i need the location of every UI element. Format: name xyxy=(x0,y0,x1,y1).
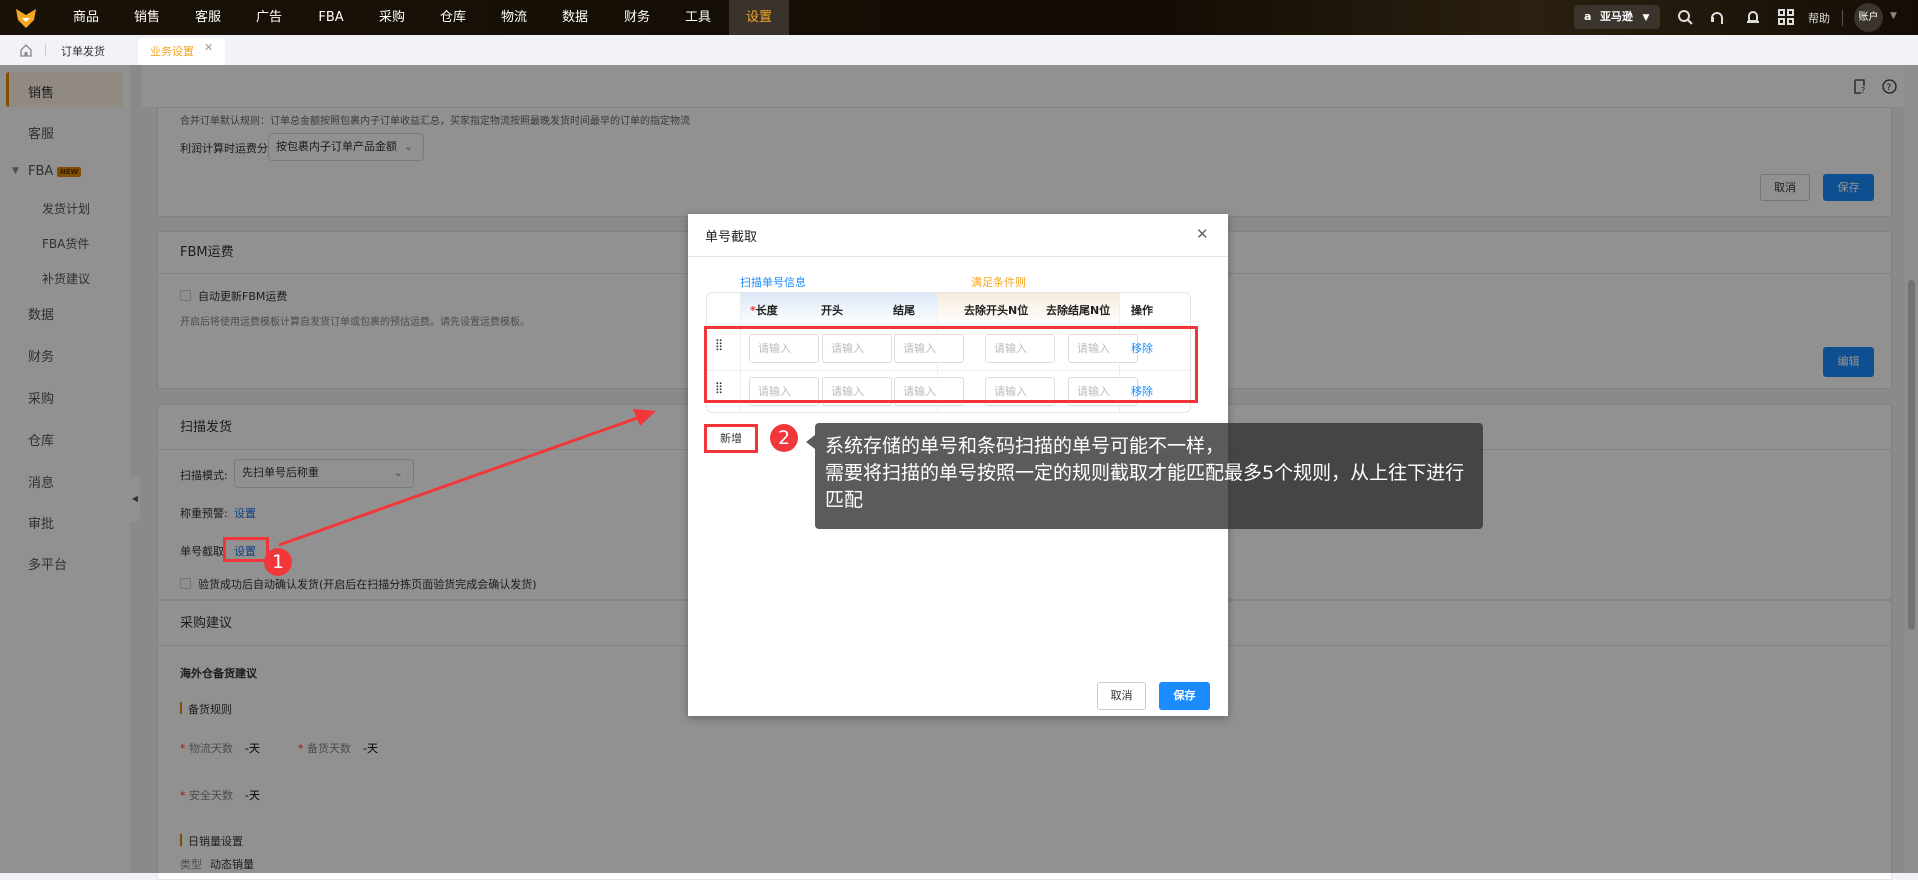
dialog-save-button[interactable]: 保存 xyxy=(1159,682,1210,710)
nav-finance[interactable]: 财务 xyxy=(607,0,667,35)
caret-down-icon: ▼ xyxy=(1642,13,1650,23)
home-icon[interactable] xyxy=(19,43,33,57)
amazon-icon: a xyxy=(1584,10,1592,23)
tooltip-line-2: 需要将扫描的单号按照一定的规则截取才能匹配最多5个规则，从上往下进行匹配 xyxy=(825,462,1465,511)
annotation-highlight-settings xyxy=(223,537,269,562)
search-icon[interactable] xyxy=(1677,9,1693,25)
tab-order-shipping[interactable]: 订单发货 xyxy=(61,43,105,59)
platform-selector[interactable]: a 亚马逊 ▼ xyxy=(1574,5,1660,29)
headset-icon[interactable] xyxy=(1709,9,1725,25)
col-length: 长度 xyxy=(755,304,778,317)
tooltip-line-1: 系统存储的单号和条码扫描的单号可能不一样， xyxy=(825,435,1225,457)
apps-grid-icon[interactable] xyxy=(1778,9,1794,25)
condition-group-label: 满足条件则 xyxy=(971,276,1026,289)
annotation-tooltip: 系统存储的单号和条码扫描的单号可能不一样， 需要将扫描的单号按照一定的规则截取才… xyxy=(815,423,1483,529)
nav-sales[interactable]: 销售 xyxy=(117,0,177,35)
tab-label: 业务设置 xyxy=(150,45,194,58)
account-caret-icon[interactable]: ▼ xyxy=(1890,11,1897,21)
nav-warehouse[interactable]: 仓库 xyxy=(423,0,483,35)
nav-tools[interactable]: 工具 xyxy=(668,0,728,35)
col-trim-start: 去除开头N位 xyxy=(964,304,1029,317)
annotation-highlight-rows xyxy=(704,326,1198,403)
col-end: 结尾 xyxy=(893,304,915,317)
help-link[interactable]: 帮助 xyxy=(1808,10,1830,26)
divider xyxy=(688,256,1228,257)
top-nav-bar: 商品 销售 客服 广告 FBA 采购 仓库 物流 数据 财务 工具 设置 a 亚… xyxy=(0,0,1918,35)
close-icon[interactable]: ✕ xyxy=(1196,225,1209,243)
col-trim-end: 去除结尾N位 xyxy=(1046,304,1111,317)
nav-ads[interactable]: 广告 xyxy=(239,0,299,35)
col-actions: 操作 xyxy=(1131,304,1153,317)
close-tab-icon[interactable]: ✕ xyxy=(204,41,213,54)
nav-data[interactable]: 数据 xyxy=(545,0,605,35)
nav-purchase[interactable]: 采购 xyxy=(362,0,422,35)
annotation-highlight-add xyxy=(704,424,758,453)
tab-bar: 订单发货 业务设置 ✕ xyxy=(0,35,1918,65)
account-avatar[interactable]: 账户 xyxy=(1854,3,1883,32)
tab-business-settings[interactable]: 业务设置 ✕ xyxy=(138,38,225,65)
scan-info-group-label: 扫描单号信息 xyxy=(740,276,806,289)
divider xyxy=(1842,10,1843,26)
nav-fba[interactable]: FBA xyxy=(301,0,361,35)
bell-icon[interactable] xyxy=(1745,9,1761,25)
dialog-cancel-button[interactable]: 取消 xyxy=(1097,682,1146,710)
platform-label: 亚马逊 xyxy=(1599,10,1633,23)
nav-logistics[interactable]: 物流 xyxy=(484,0,544,35)
nav-service[interactable]: 客服 xyxy=(178,0,238,35)
col-start: 开头 xyxy=(821,304,843,317)
nav-goods[interactable]: 商品 xyxy=(56,0,116,35)
dialog-title: 单号截取 xyxy=(705,230,758,245)
annotation-step-2: 2 xyxy=(770,424,798,452)
divider xyxy=(45,44,46,56)
nav-settings[interactable]: 设置 xyxy=(729,0,789,35)
logo-icon[interactable] xyxy=(14,6,38,30)
annotation-step-1: 1 xyxy=(264,548,292,576)
